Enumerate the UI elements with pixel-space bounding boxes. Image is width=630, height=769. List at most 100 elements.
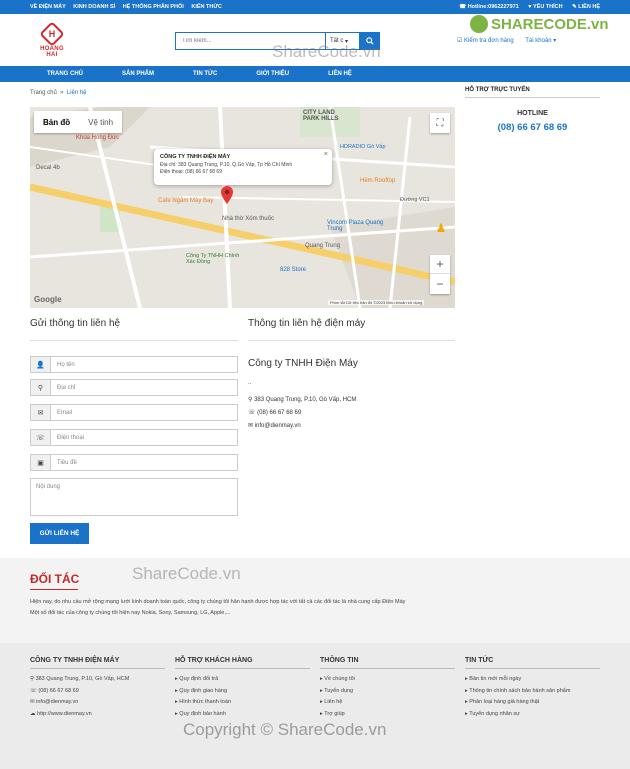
map-label-store: 828 Store	[280, 267, 307, 273]
footer-link[interactable]: ▸ Tuyển dụng	[320, 686, 455, 698]
top-link-wholesale[interactable]: KINH DOANH SỈ	[73, 4, 115, 10]
address-placeholder: Địa chỉ	[57, 384, 76, 391]
footer-col-info: THÔNG TIN ▸ Về chúng tôi ▸ Tuyển dụng ▸ …	[320, 657, 455, 720]
map-marker-icon[interactable]	[221, 186, 233, 204]
top-hotline: ☎ Hotline:0962227971	[459, 4, 519, 10]
email-field[interactable]: ✉ Email	[30, 404, 238, 421]
zoom-in-icon[interactable]: +	[430, 255, 450, 274]
hotline-number[interactable]: (08) 66 67 68 69	[465, 122, 600, 133]
email-placeholder: Email	[57, 409, 73, 416]
nav-news[interactable]: TIN TỨC	[193, 71, 217, 77]
watermark-brand-text: SHARECODE.vn	[491, 15, 609, 33]
content-textarea[interactable]: Nội dung	[30, 478, 238, 516]
footer-col-company: CÔNG TY TNHH ĐIỆN MÁY ⚲ 383 Quang Trung,…	[30, 657, 165, 720]
footer-col-title: HỖ TRỢ KHÁCH HÀNG	[175, 657, 310, 669]
nav-about[interactable]: GIỚI THIỆU	[256, 71, 289, 77]
footer-link[interactable]: ▸ Thông tin chính sách bảo hành sản phẩm	[465, 686, 600, 698]
nav-home[interactable]: TRANG CHỦ	[47, 71, 83, 77]
footer-link[interactable]: ▸ Quy định đổi trả	[175, 674, 310, 686]
footer-link[interactable]: ▸ Quy định giao hàng	[175, 686, 310, 698]
order-check-link[interactable]: ☑ Kiểm tra đơn hàng	[457, 38, 514, 44]
submit-button[interactable]: GỬI LIÊN HỆ	[30, 523, 89, 544]
footer-link[interactable]: ▸ Trợ giúp	[320, 709, 455, 721]
info-phone-icon: ☏	[248, 410, 258, 416]
map-label-company: Công Ty TNHH Chính Xác Đồng	[186, 253, 240, 265]
partners-underline	[30, 589, 78, 590]
breadcrumb-current: Liên hệ	[66, 90, 87, 96]
form-divider	[30, 340, 238, 341]
footer-link-text: Liên hệ	[324, 699, 343, 705]
info-divider	[248, 340, 455, 341]
account-link[interactable]: Tài khoản ▾	[525, 38, 556, 44]
footer-link-text: Về chúng tôi	[324, 676, 355, 682]
user-icon: 👤	[31, 357, 51, 372]
pegman-icon[interactable]: ♟	[434, 217, 448, 239]
top-link-knowledge[interactable]: KIẾN THỨC	[191, 4, 222, 10]
partners-text-2: Một số đối tác của công ty chúng tôi hiệ…	[30, 610, 231, 616]
watermark-brand: SHARECODE.vn	[470, 15, 609, 33]
info-address-text: 383 Quang Trung, P.10, Gò Vấp, HCM	[254, 397, 357, 403]
nav-contact[interactable]: LIÊN HỆ	[328, 71, 352, 77]
footer-link[interactable]: ▸ Bản tin mới mỗi ngày	[465, 674, 600, 686]
footer-website[interactable]: ☁ http://www.dienmay.vn	[30, 709, 165, 721]
watermark-bottom: Copyright © ShareCode.vn	[183, 720, 387, 739]
info-dots: ..	[248, 380, 252, 386]
footer-col-support: HỖ TRỢ KHÁCH HÀNG ▸ Quy định đổi trả ▸ Q…	[175, 657, 310, 720]
address-field[interactable]: ⚲ Địa chỉ	[30, 379, 238, 396]
footer-link[interactable]: ▸ Tuyển dụng nhân sự	[465, 709, 600, 721]
fullscreen-icon[interactable]: ⛶	[430, 113, 450, 133]
breadcrumb-home[interactable]: Trang chủ	[30, 90, 57, 96]
footer-link-text: Quy định bảo hành	[179, 710, 226, 717]
content-placeholder: Nội dung	[36, 484, 61, 490]
footer-website-text: http://www.dienmay.vn	[37, 710, 92, 717]
map-info-popup: CÔNG TY TNHH ĐIỆN MÁY Địa chỉ: 383 Quang…	[154, 149, 332, 185]
map-tab-map[interactable]: Bản đồ	[34, 111, 79, 133]
popup-phone: Điện thoại: (08) 66 67 68 69	[160, 169, 222, 175]
footer-link-text: Tuyển dụng	[324, 687, 354, 694]
phone-placeholder: Điện thoại	[57, 434, 85, 441]
info-envelope-icon: ✉	[248, 423, 255, 429]
map-label-church: Nhà thờ Xóm thuốc	[222, 216, 274, 222]
footer-email[interactable]: ✉ info@dienmay.vn	[30, 697, 165, 709]
map-label-decal: Decal 4b	[36, 165, 60, 171]
info-phone-text: (08) 66 67 68 69	[257, 410, 302, 416]
top-link-favorites[interactable]: ♥ YÊU THÍCH	[528, 4, 562, 10]
map-footer: Phím tắt Dữ liệu bản đồ ©2023 Điều khoản…	[328, 300, 425, 305]
phone-field[interactable]: ☏ Điện thoại	[30, 429, 238, 446]
name-field[interactable]: 👤 Họ tên	[30, 356, 238, 373]
map-type-tabs: Bản đồ Vệ tinh	[34, 111, 123, 133]
top-link-about[interactable]: VỀ ĐIỆN MÁY	[30, 4, 66, 10]
google-map[interactable]: CITY LAND PARK HILLS Khoa Hồng Đức HDRAD…	[30, 107, 455, 308]
nav-products[interactable]: SẢN PHẨM	[122, 71, 154, 77]
footer-link[interactable]: ▸ Hình thức thanh toán	[175, 697, 310, 709]
top-link-distribution[interactable]: HỆ THỐNG PHÂN PHỐI	[123, 4, 184, 10]
breadcrumb: Trang chủ » Liên hệ	[30, 90, 87, 96]
footer-col-title: TIN TỨC	[465, 657, 600, 669]
footer-link-text: Trợ giúp	[324, 710, 345, 717]
footer-link[interactable]: ▸ Liên hệ	[320, 697, 455, 709]
site-logo[interactable]: H HOANG HAI	[34, 21, 70, 58]
footer-link[interactable]: ▸ Phân loại hàng giả hàng thật	[465, 697, 600, 709]
info-company: Công ty TNHH Điện Máy	[248, 358, 358, 369]
envelope-icon: ✉	[31, 405, 51, 420]
form-title: Gửi thông tin liên hệ	[30, 318, 121, 329]
footer-email-text: info@dienmay.vn	[36, 699, 79, 705]
favorites-label: YÊU THÍCH	[532, 4, 563, 10]
zoom-out-icon[interactable]: −	[430, 274, 450, 293]
footer-col-title: CÔNG TY TNHH ĐIỆN MÁY	[30, 657, 165, 669]
subject-field[interactable]: ▣ Tiêu đề	[30, 454, 238, 471]
footer-link[interactable]: ▸ Quy định bảo hành	[175, 709, 310, 721]
watermark-top: ShareCode.vn	[272, 42, 381, 61]
footer-link-text: Thông tin chính sách bảo hành sản phẩm	[469, 687, 571, 694]
footer-link-text: Tuyển dụng nhân sự	[469, 710, 520, 717]
popup-close-icon[interactable]: ×	[324, 151, 328, 158]
footer-link-text: Hình thức thanh toán	[179, 699, 231, 705]
top-link-contact[interactable]: ✎ LIÊN HỆ	[572, 4, 600, 10]
main-nav: TRANG CHỦ SẢN PHẨM TIN TỨC GIỚI THIỆU LI…	[0, 66, 630, 82]
map-tab-satellite[interactable]: Vệ tinh	[79, 111, 122, 133]
footer-address: ⚲ 383 Quang Trung, P.10, Gò Vấp, HCM	[30, 674, 165, 686]
support-divider	[465, 97, 600, 98]
footer-link[interactable]: ▸ Về chúng tôi	[320, 674, 455, 686]
footer-phone-text: (08) 66 67 68 69	[38, 687, 79, 694]
info-email-text[interactable]: info@dienmay.vn	[255, 423, 301, 429]
